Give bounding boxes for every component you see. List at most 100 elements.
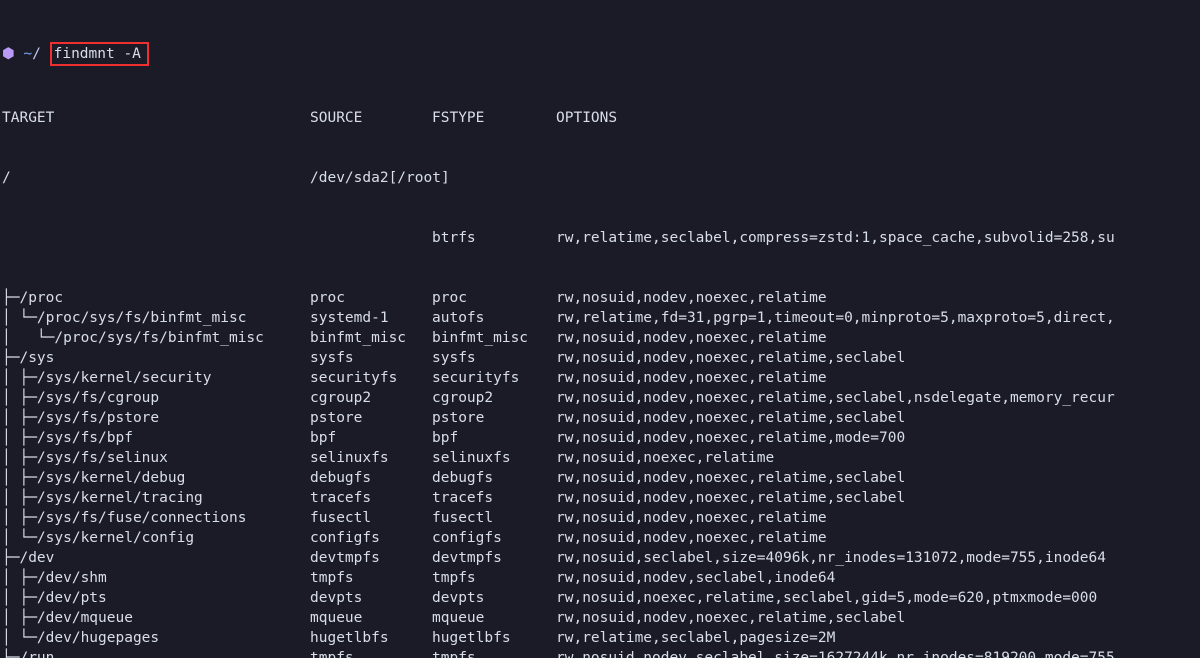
cell-fstype: devtmpfs [432, 548, 556, 568]
cell-source: cgroup2 [310, 388, 432, 408]
cell-source: securityfs [310, 368, 432, 388]
cell-options: rw,nosuid,nodev,noexec,relatime [556, 508, 827, 528]
prompt-symbol: ⬢ [2, 46, 15, 62]
cell-target: │ └─/proc/sys/fs/binfmt_misc [2, 328, 310, 348]
cell-options: rw,nosuid,nodev,noexec,relatime [556, 288, 827, 308]
cell-fstype: selinuxfs [432, 448, 556, 468]
mount-row: │ └─/proc/sys/fs/binfmt_misc binfmt_misc… [2, 328, 1198, 348]
cell-source: configfs [310, 528, 432, 548]
cell-options: rw,nosuid,nodev,noexec,relatime,seclabel [556, 608, 905, 628]
cell-options: rw,nosuid,nodev,seclabel,size=1627244k,n… [556, 648, 1115, 658]
cell-options: rw,nosuid,nodev,noexec,relatime [556, 368, 827, 388]
mount-row: │ ├─/dev/mqueue mqueuemqueuerw,nosuid,no… [2, 608, 1198, 628]
cell-fstype: tracefs [432, 488, 556, 508]
cell-target: │ └─/dev/hugepages [2, 628, 310, 648]
cell-fstype: bpf [432, 428, 556, 448]
cell-fstype: autofs [432, 308, 556, 328]
cell-source: tmpfs [310, 568, 432, 588]
cell-options: rw,nosuid,nodev,noexec,relatime [556, 328, 827, 348]
cell-target: │ └─/sys/kernel/config [2, 528, 310, 548]
mount-row: │ ├─/sys/kernel/security securityfssecur… [2, 368, 1198, 388]
mount-row-root-cont: btrfsrw,relatime,seclabel,compress=zstd:… [2, 228, 1198, 248]
cell-source: /dev/sda2[/root] [310, 168, 432, 188]
cell-target: │ ├─/sys/fs/pstore [2, 408, 310, 428]
cell-source: selinuxfs [310, 448, 432, 468]
cell-options: rw,nosuid,nodev,seclabel,inode64 [556, 568, 835, 588]
column-headers: TARGETSOURCEFSTYPEOPTIONS [2, 108, 1198, 128]
cell-target: ├─/run [2, 648, 310, 658]
cell-fstype: fusectl [432, 508, 556, 528]
mount-row: │ ├─/sys/fs/cgroup cgroup2cgroup2rw,nosu… [2, 388, 1198, 408]
header-fstype: FSTYPE [432, 108, 556, 128]
mount-row: │ ├─/sys/fs/fuse/connections fusectlfuse… [2, 508, 1198, 528]
cell-target: / [2, 168, 310, 188]
cell-fstype: tmpfs [432, 568, 556, 588]
cell-source: systemd-1 [310, 308, 432, 328]
cell-fstype: tmpfs [432, 648, 556, 658]
cell-target: │ ├─/dev/shm [2, 568, 310, 588]
cell-options: rw,nosuid,nodev,noexec,relatime [556, 528, 827, 548]
cell-fstype: proc [432, 288, 556, 308]
mount-row: │ ├─/sys/fs/bpf bpfbpfrw,nosuid,nodev,no… [2, 428, 1198, 448]
command-highlight: findmnt -A [50, 42, 149, 66]
mount-row: │ ├─/sys/kernel/debug debugfsdebugfsrw,n… [2, 468, 1198, 488]
mount-row: ├─/proc procprocrw,nosuid,nodev,noexec,r… [2, 288, 1198, 308]
prompt-slash: / [32, 46, 41, 62]
cell-options: rw,nosuid,nodev,noexec,relatime,mode=700 [556, 428, 905, 448]
cell-options: rw,nosuid,nodev,noexec,relatime,seclabel [556, 408, 905, 428]
cell-source: tracefs [310, 488, 432, 508]
mount-row: │ └─/sys/kernel/config configfsconfigfsr… [2, 528, 1198, 548]
cell-fstype: sysfs [432, 348, 556, 368]
cell-fstype: securityfs [432, 368, 556, 388]
cell-options: rw,relatime,seclabel,compress=zstd:1,spa… [556, 228, 1115, 248]
cell-source: mqueue [310, 608, 432, 628]
cell-target: ├─/sys [2, 348, 310, 368]
cell-fstype: btrfs [432, 228, 556, 248]
cell-target: │ ├─/sys/fs/selinux [2, 448, 310, 468]
cell-target: │ ├─/sys/kernel/tracing [2, 488, 310, 508]
cell-target: │ └─/proc/sys/fs/binfmt_misc [2, 308, 310, 328]
cell-fstype: hugetlbfs [432, 628, 556, 648]
terminal[interactable]: ⬢ ~/ findmnt -A TARGETSOURCEFSTYPEOPTION… [0, 0, 1200, 658]
cell-fstype: mqueue [432, 608, 556, 628]
cell-target: │ ├─/sys/kernel/debug [2, 468, 310, 488]
mount-row: │ └─/proc/sys/fs/binfmt_misc systemd-1au… [2, 308, 1198, 328]
mount-row: │ ├─/sys/fs/selinux selinuxfsselinuxfsrw… [2, 448, 1198, 468]
cell-target: │ ├─/dev/mqueue [2, 608, 310, 628]
cell-fstype: debugfs [432, 468, 556, 488]
header-target: TARGET [2, 108, 310, 128]
cell-target: │ ├─/sys/fs/cgroup [2, 388, 310, 408]
mount-row: │ ├─/dev/pts devptsdevptsrw,nosuid,noexe… [2, 588, 1198, 608]
cell-target: │ ├─/sys/fs/bpf [2, 428, 310, 448]
cell-source: sysfs [310, 348, 432, 368]
cell-options: rw,relatime,seclabel,pagesize=2M [556, 628, 835, 648]
mount-row: ├─/run tmpfstmpfsrw,nosuid,nodev,seclabe… [2, 648, 1198, 658]
header-source: SOURCE [310, 108, 432, 128]
mount-row: │ ├─/dev/shm tmpfstmpfsrw,nosuid,nodev,s… [2, 568, 1198, 588]
header-options: OPTIONS [556, 108, 617, 128]
cell-options: rw,relatime,fd=31,pgrp=1,timeout=0,minpr… [556, 308, 1115, 328]
cell-target: │ ├─/sys/fs/fuse/connections [2, 508, 310, 528]
cell-source: bpf [310, 428, 432, 448]
cell-options: rw,nosuid,seclabel,size=4096k,nr_inodes=… [556, 548, 1106, 568]
mount-row: │ ├─/sys/kernel/tracing tracefstracefsrw… [2, 488, 1198, 508]
mount-row: ├─/dev devtmpfsdevtmpfsrw,nosuid,seclabe… [2, 548, 1198, 568]
cell-options: rw,nosuid,nodev,noexec,relatime,seclabel [556, 348, 905, 368]
cell-options: rw,nosuid,noexec,relatime [556, 448, 774, 468]
cell-target: │ ├─/sys/kernel/security [2, 368, 310, 388]
cell-target: │ ├─/dev/pts [2, 588, 310, 608]
mount-row-root: //dev/sda2[/root] [2, 168, 1198, 188]
cell-options: rw,nosuid,nodev,noexec,relatime,seclabel [556, 488, 905, 508]
cell-fstype: cgroup2 [432, 388, 556, 408]
mount-row: │ └─/dev/hugepages hugetlbfshugetlbfsrw,… [2, 628, 1198, 648]
cell-source: tmpfs [310, 648, 432, 658]
prompt-line: ⬢ ~/ findmnt -A [2, 42, 1198, 68]
cell-source: hugetlbfs [310, 628, 432, 648]
cell-source: debugfs [310, 468, 432, 488]
cell-target: ├─/proc [2, 288, 310, 308]
cell-fstype: pstore [432, 408, 556, 428]
prompt-tilde: ~ [23, 46, 32, 62]
cell-source: proc [310, 288, 432, 308]
cell-source: fusectl [310, 508, 432, 528]
cell-fstype: binfmt_misc [432, 328, 556, 348]
